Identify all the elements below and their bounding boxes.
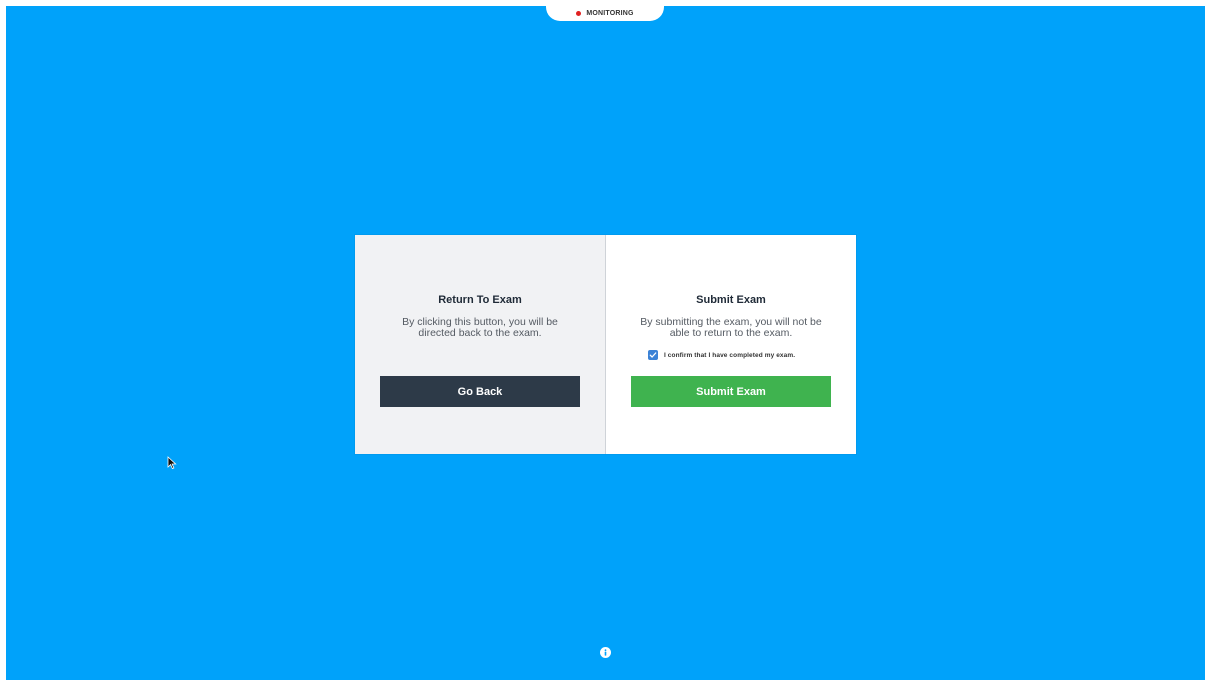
submit-dialog: Return To Exam By clicking this button, … bbox=[355, 235, 856, 454]
submit-exam-button[interactable]: Submit Exam bbox=[631, 376, 831, 407]
info-glyph-icon bbox=[604, 649, 607, 656]
recording-dot-icon bbox=[576, 10, 582, 16]
submit-panel-title: Submit Exam bbox=[696, 294, 766, 306]
monitoring-indicator: MONITORING bbox=[546, 6, 664, 21]
submit-panel-description: By submitting the exam, you will not be … bbox=[640, 316, 822, 339]
exam-screen: MONITORING Return To Exam By clicking th… bbox=[6, 6, 1205, 680]
submit-exam-panel: Submit Exam By submitting the exam, you … bbox=[606, 235, 856, 454]
check-icon bbox=[649, 352, 657, 358]
confirm-label: I confirm that I have completed my exam. bbox=[664, 351, 796, 359]
return-panel-title: Return To Exam bbox=[438, 294, 522, 306]
go-back-button[interactable]: Go Back bbox=[380, 376, 580, 407]
monitoring-label: MONITORING bbox=[586, 9, 634, 17]
info-icon[interactable] bbox=[600, 647, 611, 658]
return-panel-description: By clicking this button, you will be dir… bbox=[402, 316, 558, 339]
confirm-completion-row[interactable]: I confirm that I have completed my exam. bbox=[648, 350, 795, 360]
confirm-checkbox[interactable] bbox=[648, 350, 658, 360]
return-to-exam-panel: Return To Exam By clicking this button, … bbox=[355, 235, 606, 454]
mouse-pointer-icon bbox=[167, 456, 177, 470]
